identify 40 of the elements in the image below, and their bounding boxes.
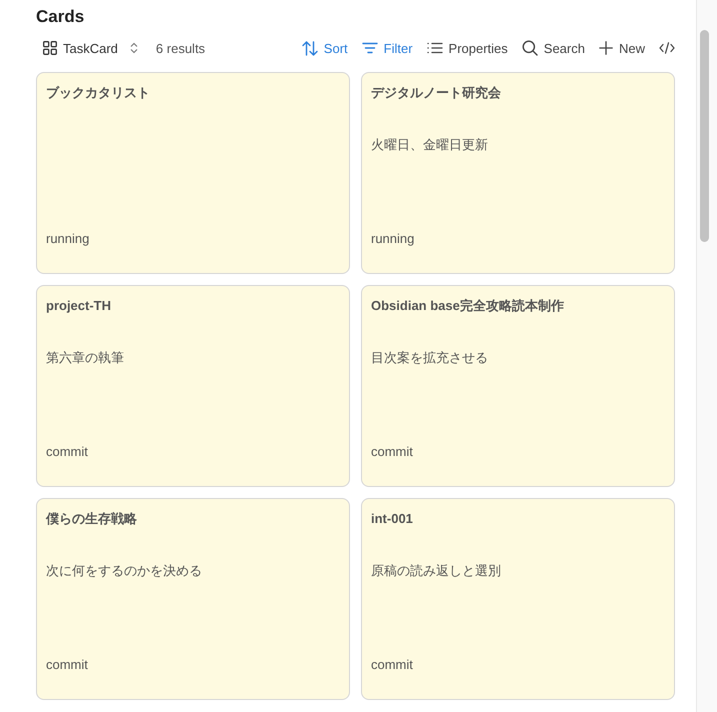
search-button[interactable]: Search <box>516 38 591 58</box>
list-icon <box>426 42 443 54</box>
card-title: 僕らの生存戦略 <box>46 510 138 528</box>
task-card[interactable]: Obsidian base完全攻略読本制作 目次案を拡充させる commit <box>361 285 675 487</box>
task-card[interactable]: project-TH 第六章の執筆 commit <box>36 285 350 487</box>
page-title: Cards <box>36 6 86 28</box>
card-title: int-001 <box>371 510 414 528</box>
card-status: commit <box>371 443 414 461</box>
new-button[interactable]: New <box>592 38 651 58</box>
card-status: commit <box>371 656 414 674</box>
card-description: 原稿の読み返しと選別 <box>371 562 502 580</box>
task-card[interactable]: 僕らの生存戦略 次に何をするのかを決める commit <box>36 498 350 700</box>
card-description: 火曜日、金曜日更新 <box>371 136 489 154</box>
card-description: 次に何をするのかを決める <box>46 562 203 580</box>
chevron-up-down-icon <box>130 42 138 54</box>
result-count: 6 results <box>156 40 206 56</box>
card-status: running <box>46 230 90 248</box>
filter-button[interactable]: Filter <box>356 38 419 58</box>
card-status: commit <box>46 656 89 674</box>
card-title: Obsidian base完全攻略読本制作 <box>371 297 565 315</box>
grid-icon <box>43 41 57 55</box>
filter-icon <box>362 42 378 54</box>
plus-icon <box>598 41 613 55</box>
sort-icon <box>302 40 318 56</box>
task-card[interactable]: ブックカタリスト running <box>36 72 350 274</box>
view-selector[interactable]: TaskCard <box>36 38 144 58</box>
card-title: project-TH <box>46 297 112 315</box>
sort-button[interactable]: Sort <box>296 38 354 58</box>
task-card[interactable]: int-001 原稿の読み返しと選別 commit <box>361 498 675 700</box>
task-card[interactable]: デジタルノート研究会 火曜日、金曜日更新 running <box>361 72 675 274</box>
card-status: running <box>371 230 416 248</box>
search-icon <box>522 40 538 56</box>
properties-button[interactable]: Properties <box>420 38 514 58</box>
scrollbar-thumb[interactable] <box>700 30 709 242</box>
code-icon <box>659 42 675 54</box>
card-description: 第六章の執筆 <box>46 349 125 367</box>
card-title: デジタルノート研究会 <box>371 84 502 102</box>
card-title: ブックカタリスト <box>46 84 151 102</box>
card-description: 目次案を拡充させる <box>371 349 489 367</box>
card-status: commit <box>46 443 89 461</box>
